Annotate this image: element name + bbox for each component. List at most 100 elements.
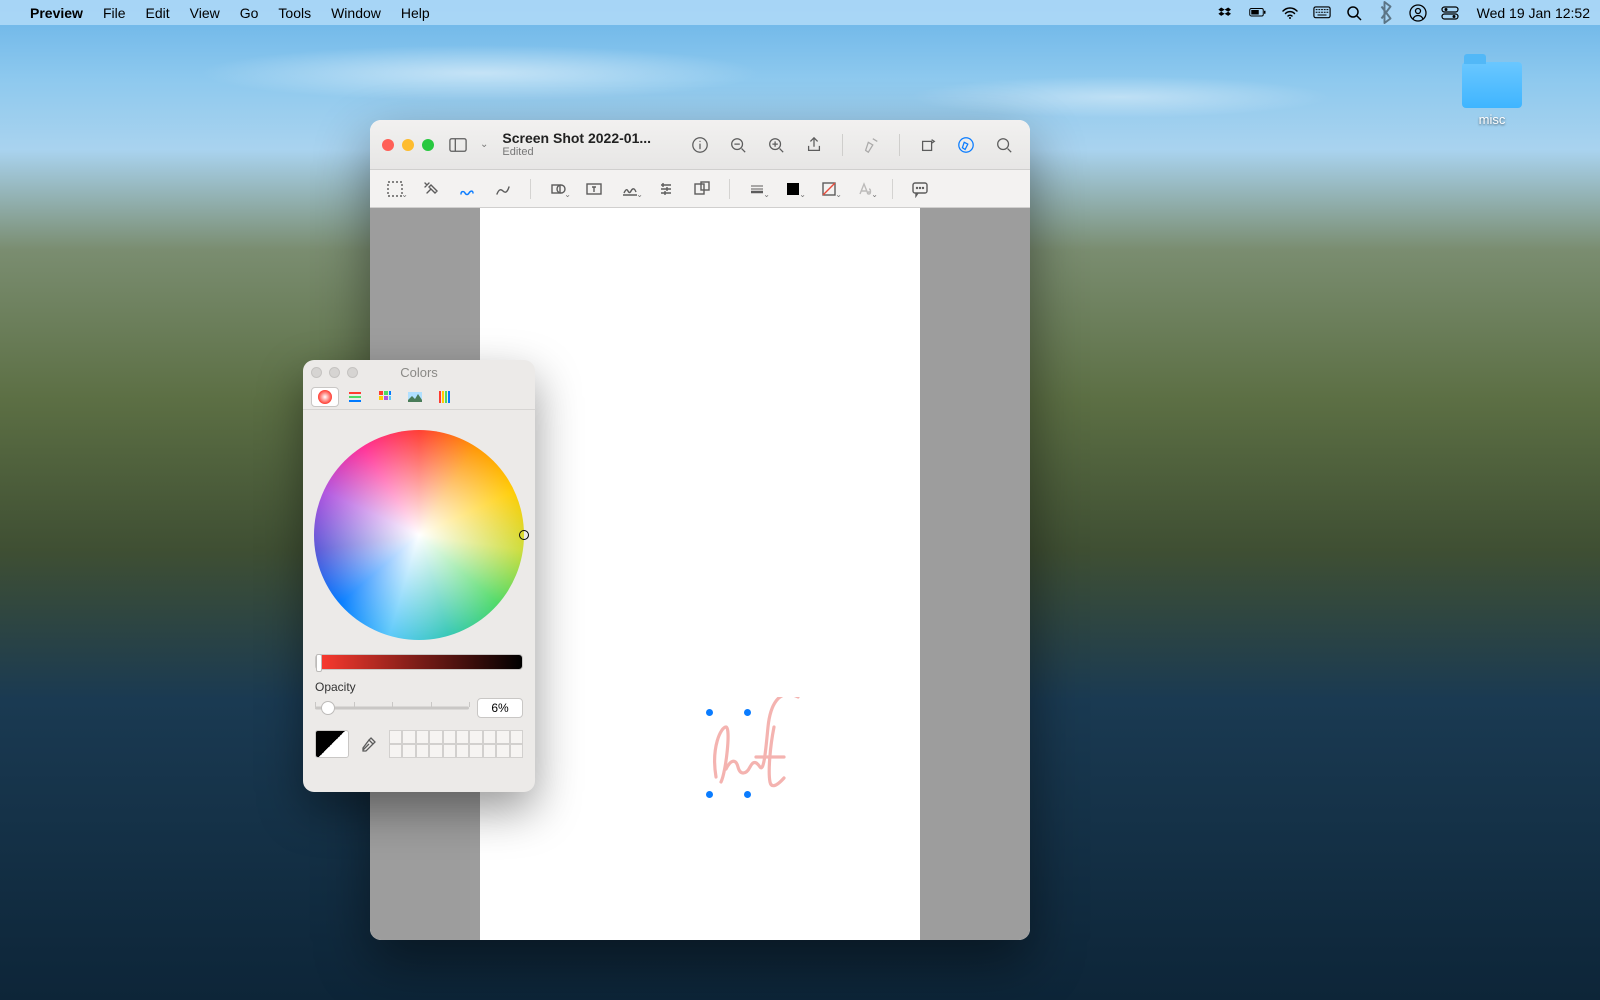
swatch-cell[interactable]	[496, 744, 509, 758]
swatch-cell[interactable]	[402, 730, 415, 744]
panel-titlebar[interactable]: Colors	[303, 360, 535, 384]
color-wheel-cursor[interactable]	[519, 530, 529, 540]
opacity-slider[interactable]	[315, 699, 469, 717]
current-color-swatch[interactable]	[315, 730, 349, 758]
border-color-button[interactable]: ⌄	[778, 176, 808, 202]
sidebar-toggle-button[interactable]	[444, 131, 472, 159]
sketch-tool-button[interactable]	[452, 176, 482, 202]
folder-label: misc	[1479, 112, 1506, 127]
tab-color-palettes[interactable]	[371, 387, 399, 407]
text-tool-button[interactable]	[579, 176, 609, 202]
tab-image-palettes[interactable]	[401, 387, 429, 407]
swatch-cell[interactable]	[443, 744, 456, 758]
app-menu[interactable]: Preview	[20, 5, 93, 21]
swatch-cell[interactable]	[402, 744, 415, 758]
saved-swatches-grid[interactable]	[389, 730, 523, 758]
desktop-folder-misc[interactable]: misc	[1452, 62, 1532, 127]
zoom-in-button[interactable]	[762, 131, 790, 159]
adjust-color-button[interactable]	[651, 176, 681, 202]
swatch-cell[interactable]	[510, 730, 523, 744]
info-button[interactable]	[686, 131, 714, 159]
sign-button[interactable]: ⌄	[615, 176, 645, 202]
eyedropper-button[interactable]	[359, 734, 379, 754]
document-page[interactable]	[480, 208, 920, 940]
tab-color-sliders[interactable]	[341, 387, 369, 407]
selection-handle[interactable]	[744, 791, 751, 798]
highlight-button[interactable]	[857, 131, 885, 159]
status-control-center-icon[interactable]	[1441, 4, 1459, 22]
swatch-cell[interactable]	[429, 730, 442, 744]
minimize-window-button[interactable]	[402, 139, 414, 151]
search-button[interactable]	[990, 131, 1018, 159]
swatch-cell[interactable]	[456, 730, 469, 744]
swatch-cell[interactable]	[389, 730, 402, 744]
panel-close-button[interactable]	[311, 367, 322, 378]
rotate-button[interactable]	[914, 131, 942, 159]
swatch-cell[interactable]	[416, 744, 429, 758]
menu-edit[interactable]: Edit	[136, 5, 180, 21]
markup-toolbar: ⌄ ⌄ ⌄ ⌄ ⌄ ⌄ ⌄	[370, 170, 1030, 208]
close-window-button[interactable]	[382, 139, 394, 151]
selection-tool-button[interactable]: ⌄	[380, 176, 410, 202]
document-subtitle: Edited	[502, 146, 651, 159]
color-wheel[interactable]	[314, 430, 524, 640]
tab-color-wheel[interactable]	[311, 387, 339, 407]
opacity-field[interactable]: 6%	[477, 698, 523, 718]
swatch-cell[interactable]	[389, 744, 402, 758]
shapes-button[interactable]: ⌄	[543, 176, 573, 202]
status-battery-icon[interactable]	[1249, 4, 1267, 22]
status-bluetooth-icon[interactable]	[1377, 4, 1395, 22]
swatch-cell[interactable]	[416, 730, 429, 744]
swatch-cell[interactable]	[496, 730, 509, 744]
tab-pencils[interactable]	[431, 387, 459, 407]
menu-window[interactable]: Window	[321, 5, 391, 21]
menu-view[interactable]: View	[180, 5, 230, 21]
toolbar-separator	[729, 179, 730, 199]
window-titlebar[interactable]: ⌄ Screen Shot 2022-01... Edited	[370, 120, 1030, 170]
markup-button[interactable]	[952, 131, 980, 159]
colors-panel: Colors Opacity	[303, 360, 535, 792]
opacity-label: Opacity	[315, 680, 523, 694]
panel-title: Colors	[400, 365, 438, 380]
menu-file[interactable]: File	[93, 5, 136, 21]
menu-help[interactable]: Help	[391, 5, 440, 21]
selection-handle[interactable]	[744, 709, 751, 716]
menu-bar: Preview File Edit View Go Tools Window H…	[0, 0, 1600, 25]
status-spotlight-icon[interactable]	[1345, 4, 1363, 22]
swatch-cell[interactable]	[483, 744, 496, 758]
panel-minimize-button[interactable]	[329, 367, 340, 378]
fill-color-button[interactable]: ⌄	[814, 176, 844, 202]
brightness-slider[interactable]	[315, 654, 523, 670]
menu-tools[interactable]: Tools	[268, 5, 321, 21]
instant-alpha-button[interactable]	[416, 176, 446, 202]
text-style-button[interactable]: ⌄	[850, 176, 880, 202]
swatch-cell[interactable]	[456, 744, 469, 758]
zoom-out-button[interactable]	[724, 131, 752, 159]
zoom-window-button[interactable]	[422, 139, 434, 151]
line-style-button[interactable]: ⌄	[742, 176, 772, 202]
brightness-slider-thumb[interactable]	[316, 654, 322, 672]
signature-annotation[interactable]	[696, 697, 836, 817]
swatch-cell[interactable]	[510, 744, 523, 758]
folder-icon	[1462, 62, 1522, 108]
panel-zoom-button[interactable]	[347, 367, 358, 378]
status-user-icon[interactable]	[1409, 4, 1427, 22]
swatch-cell[interactable]	[429, 744, 442, 758]
swatch-cell[interactable]	[483, 730, 496, 744]
annotate-button[interactable]	[905, 176, 935, 202]
menu-datetime[interactable]: Wed 19 Jan 12:52	[1473, 5, 1590, 21]
adjust-size-button[interactable]	[687, 176, 717, 202]
swatch-cell[interactable]	[443, 730, 456, 744]
swatch-cell[interactable]	[469, 730, 482, 744]
menu-go[interactable]: Go	[230, 5, 269, 21]
share-button[interactable]	[800, 131, 828, 159]
status-keyboard-icon[interactable]	[1313, 4, 1331, 22]
swatch-cell[interactable]	[469, 744, 482, 758]
selection-handle[interactable]	[706, 709, 713, 716]
status-dropbox-icon[interactable]	[1217, 4, 1235, 22]
status-wifi-icon[interactable]	[1281, 4, 1299, 22]
sidebar-menu-chevron-icon[interactable]: ⌄	[480, 139, 488, 150]
selection-handle[interactable]	[706, 791, 713, 798]
draw-tool-button[interactable]	[488, 176, 518, 202]
opacity-slider-thumb[interactable]	[321, 701, 335, 715]
